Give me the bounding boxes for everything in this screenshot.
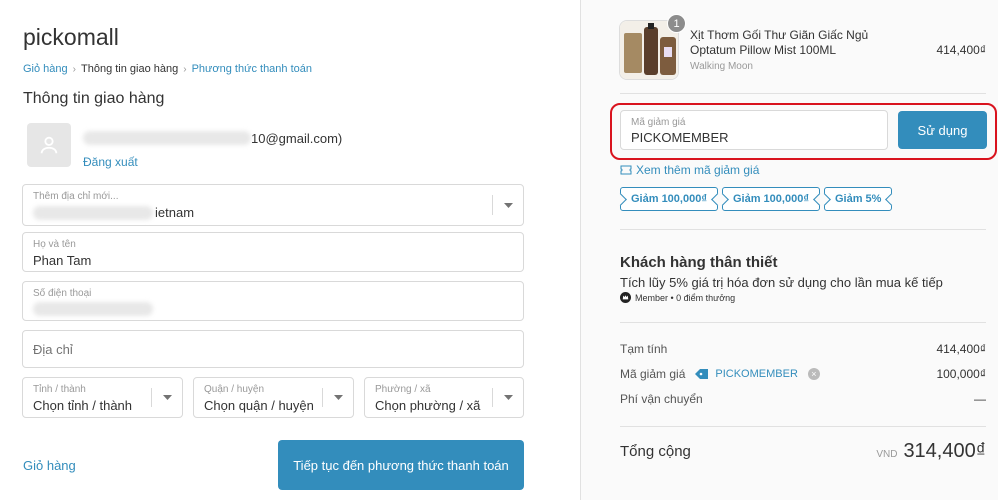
product-name: Xịt Thơm Gối Thư Giãn Giấc Ngủ Optatum P… — [690, 28, 869, 57]
shipping-row: Phí vận chuyển — — [620, 392, 986, 406]
subtotal-row: Tạm tính 414,400₫ — [620, 342, 986, 356]
redacted-name — [83, 131, 251, 145]
caret-down-icon — [493, 378, 523, 417]
chevron-right-icon: › — [183, 63, 187, 75]
product-price: 414,400₫ — [936, 43, 986, 57]
quantity-badge: 1 — [667, 14, 686, 33]
ward-select[interactable]: Phường / xã Chọn phường / xã — [364, 377, 524, 418]
user-email: 10@gmail.com) — [83, 129, 342, 147]
discount-row: Mã giảm giá PICKOMEMBER × 100,000₫ — [620, 367, 986, 381]
province-select[interactable]: Tỉnh / thành Chọn tỉnh / thành — [22, 377, 183, 418]
loyalty-member-status: Member • 0 điểm thưởng — [620, 292, 735, 303]
logout-link[interactable]: Đăng xuất — [83, 155, 342, 169]
divider — [620, 93, 986, 94]
divider — [620, 426, 986, 427]
breadcrumb-payment[interactable]: Phương thức thanh toán — [192, 63, 312, 75]
crown-icon — [620, 292, 631, 303]
brand-logo[interactable]: pickomall — [23, 24, 119, 51]
total-amount: 314,400₫ — [903, 440, 986, 462]
back-to-cart-link[interactable]: Giỏ hàng — [23, 458, 76, 473]
applied-coupon-tag: PICKOMEMBER × — [695, 368, 820, 380]
loyalty-description: Tích lũy 5% giá trị hóa đơn sử dụng cho … — [620, 275, 943, 290]
more-coupons-link[interactable]: Xem thêm mã giảm giá — [620, 163, 759, 177]
caret-down-icon — [152, 378, 182, 417]
district-select[interactable]: Quận / huyện Chọn quận / huyện — [193, 377, 354, 418]
fullname-field[interactable]: Họ và tên Phan Tam — [22, 232, 524, 272]
redacted-phone — [33, 302, 153, 316]
caret-down-icon — [493, 185, 523, 225]
ticket-icon — [620, 165, 632, 175]
breadcrumb-cart[interactable]: Giỏ hàng — [23, 63, 68, 75]
remove-coupon-icon[interactable]: × — [807, 368, 820, 380]
saved-address-select[interactable]: Thêm địa chỉ mới... ietnam — [22, 184, 524, 226]
coupon-highlight-outline — [610, 103, 997, 160]
tag-icon — [695, 369, 709, 379]
avatar — [27, 123, 71, 167]
continue-to-payment-button[interactable]: Tiếp tục đến phương thức thanh toán — [278, 440, 524, 490]
section-title: Thông tin giao hàng — [23, 90, 165, 107]
user-icon — [40, 136, 58, 154]
coupon-chip[interactable]: Giảm 5% — [823, 187, 893, 211]
coupon-chips: Giảm 100,000₫ Giảm 100,000₫ Giảm 5% — [620, 187, 893, 211]
product-vendor: Walking Moon — [690, 61, 753, 72]
breadcrumb-shipping-info: Thông tin giao hàng — [81, 63, 179, 75]
caret-down-icon — [323, 378, 353, 417]
chevron-right-icon: › — [72, 63, 76, 75]
redacted-address — [33, 205, 153, 220]
total-row: Tổng cộng VND 314,400₫ — [620, 440, 986, 462]
phone-field[interactable]: Số điện thoại — [22, 281, 524, 321]
user-account: 10@gmail.com) Đăng xuất — [27, 123, 342, 169]
address-field[interactable]: Địa chỉ — [22, 330, 524, 368]
coupon-chip[interactable]: Giảm 100,000₫ — [620, 187, 718, 211]
coupon-chip[interactable]: Giảm 100,000₫ — [721, 187, 820, 211]
divider — [620, 229, 986, 230]
currency-code: VND — [876, 449, 898, 460]
checkout-form-panel: pickomall Giỏ hàng › Thông tin giao hàng… — [0, 0, 580, 500]
loyalty-title: Khách hàng thân thiết — [620, 254, 778, 271]
divider — [620, 322, 986, 323]
breadcrumb: Giỏ hàng › Thông tin giao hàng › Phương … — [23, 63, 312, 75]
